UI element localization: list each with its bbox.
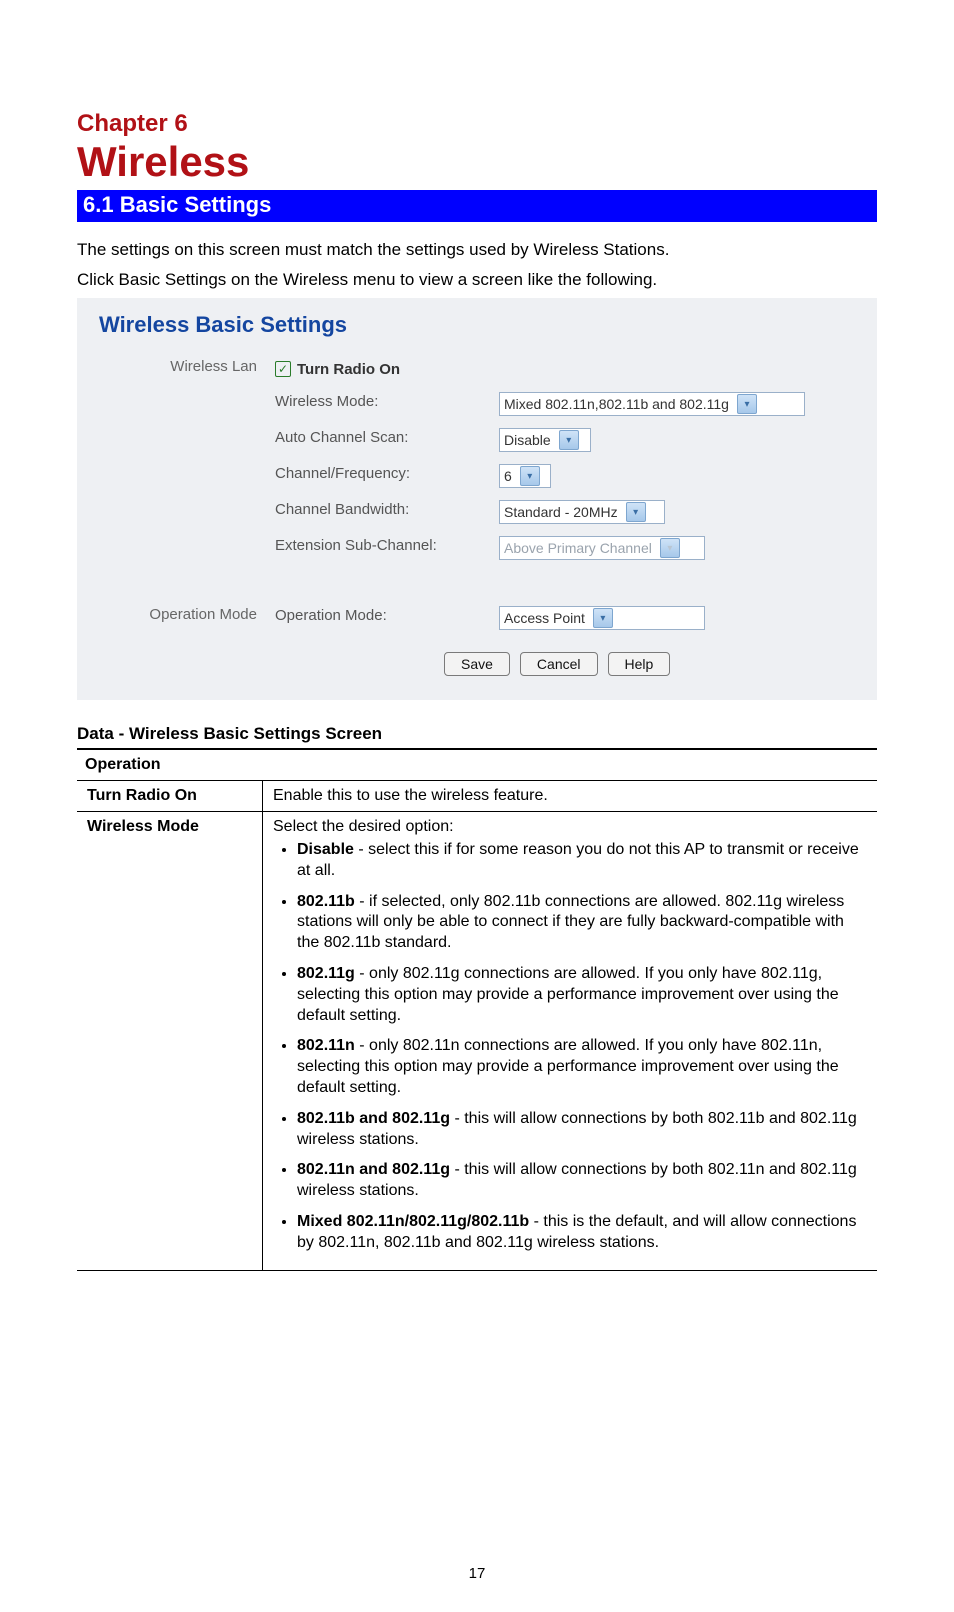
- list-item: 802.11n - only 802.11n connections are a…: [297, 1036, 867, 1098]
- chevron-down-icon: ▾: [559, 430, 579, 450]
- list-item: Disable - select this if for some reason…: [297, 840, 867, 882]
- list-item: 802.11g - only 802.11g connections are a…: [297, 964, 867, 1026]
- panel-title: Wireless Basic Settings: [99, 312, 865, 338]
- panel-grid: Wireless Lan ✓ Turn Radio On Wireless Mo…: [111, 352, 865, 636]
- save-button[interactable]: Save: [444, 652, 510, 676]
- chevron-down-icon: ▾: [737, 394, 757, 414]
- bullet-text: - if selected, only 802.11b connections …: [297, 893, 844, 952]
- operation-mode-label: Operation Mode:: [275, 601, 495, 635]
- channel-frequency-select[interactable]: 6 ▾: [499, 464, 551, 488]
- table-row: Wireless Mode Select the desired option: D…: [77, 812, 877, 1271]
- operation-mode-value: Access Point: [504, 610, 591, 626]
- row-intro-text: Select the desired option:: [273, 818, 867, 836]
- row-name: Turn Radio On: [77, 781, 263, 812]
- page-number: 17: [0, 1565, 954, 1582]
- chapter-label: Chapter 6: [77, 110, 877, 138]
- help-button[interactable]: Help: [608, 652, 671, 676]
- checkmark-icon: ✓: [275, 361, 291, 377]
- wireless-mode-select[interactable]: Mixed 802.11n,802.11b and 802.11g ▾: [499, 392, 805, 416]
- table-section-header: Operation: [77, 749, 877, 781]
- section-heading-bar: 6.1 Basic Settings: [77, 190, 877, 222]
- extension-sub-channel-label: Extension Sub-Channel:: [275, 531, 495, 565]
- bullet-term: 802.11b: [297, 893, 355, 910]
- chevron-down-icon: ▾: [520, 466, 540, 486]
- bullet-term: 802.11n and 802.11g: [297, 1161, 450, 1178]
- page: Chapter 6 Wireless 6.1 Basic Settings Th…: [0, 0, 954, 1612]
- chevron-down-icon: ▾: [593, 608, 613, 628]
- auto-channel-scan-value: Disable: [504, 432, 557, 448]
- chapter-title: Wireless: [77, 140, 877, 184]
- channel-bandwidth-value: Standard - 20MHz: [504, 504, 624, 520]
- row-description: Enable this to use the wireless feature.: [263, 781, 878, 812]
- auto-channel-scan-select[interactable]: Disable ▾: [499, 428, 591, 452]
- intro-line-1: The settings on this screen must match t…: [77, 240, 877, 260]
- list-item: 802.11b and 802.11g - this will allow co…: [297, 1109, 867, 1151]
- row-name: Wireless Mode: [77, 812, 263, 1271]
- turn-radio-on-label: Turn Radio On: [297, 361, 400, 378]
- channel-frequency-label: Channel/Frequency:: [275, 459, 495, 493]
- bullet-term: Disable: [297, 841, 354, 858]
- auto-channel-scan-label: Auto Channel Scan:: [275, 423, 495, 457]
- data-table: Operation Turn Radio On Enable this to us…: [77, 748, 877, 1271]
- bullet-term: 802.11g: [297, 965, 355, 982]
- bullet-term: Mixed 802.11n/802.11g/802.11b: [297, 1213, 529, 1230]
- list-item: 802.11b - if selected, only 802.11b conn…: [297, 892, 867, 954]
- operation-mode-select[interactable]: Access Point ▾: [499, 606, 705, 630]
- group-label-wireless-lan: Wireless Lan: [111, 352, 271, 386]
- wireless-mode-label: Wireless Mode:: [275, 387, 495, 421]
- channel-frequency-value: 6: [504, 468, 518, 484]
- row-intro-text: Enable this to use the wireless feature.: [273, 787, 867, 805]
- turn-radio-on-checkbox-wrap[interactable]: ✓ Turn Radio On: [275, 352, 495, 386]
- table-row: Turn Radio On Enable this to use the wire…: [77, 781, 877, 812]
- list-item: 802.11n and 802.11g - this will allow co…: [297, 1160, 867, 1202]
- chevron-down-icon: ▾: [660, 538, 680, 558]
- channel-bandwidth-select[interactable]: Standard - 20MHz ▾: [499, 500, 665, 524]
- wireless-mode-value: Mixed 802.11n,802.11b and 802.11g: [504, 396, 735, 412]
- extension-sub-channel-value: Above Primary Channel: [504, 540, 658, 556]
- bullet-text: - only 802.11n connections are allowed. …: [297, 1037, 839, 1096]
- list-item: Mixed 802.11n/802.11g/802.11b - this is …: [297, 1212, 867, 1254]
- data-table-heading: Data - Wireless Basic Settings Screen: [77, 724, 877, 744]
- bullet-text: - only 802.11g connections are allowed. …: [297, 965, 839, 1024]
- chevron-down-icon: ▾: [626, 502, 646, 522]
- settings-panel: Wireless Basic Settings Wireless Lan ✓ T…: [77, 298, 877, 700]
- group-label-operation-mode: Operation Mode: [111, 600, 271, 634]
- bullet-term: 802.11b and 802.11g: [297, 1110, 450, 1127]
- bullet-text: - select this if for some reason you do …: [297, 841, 859, 879]
- button-row: Save Cancel Help: [444, 652, 865, 676]
- channel-bandwidth-label: Channel Bandwidth:: [275, 495, 495, 529]
- bullet-term: 802.11n: [297, 1037, 355, 1054]
- intro-line-2: Click Basic Settings on the Wireless men…: [77, 270, 877, 290]
- row-description: Select the desired option: Disable - sele…: [263, 812, 878, 1271]
- extension-sub-channel-select: Above Primary Channel ▾: [499, 536, 705, 560]
- row-bullet-list: Disable - select this if for some reason…: [273, 840, 867, 1254]
- cancel-button[interactable]: Cancel: [520, 652, 598, 676]
